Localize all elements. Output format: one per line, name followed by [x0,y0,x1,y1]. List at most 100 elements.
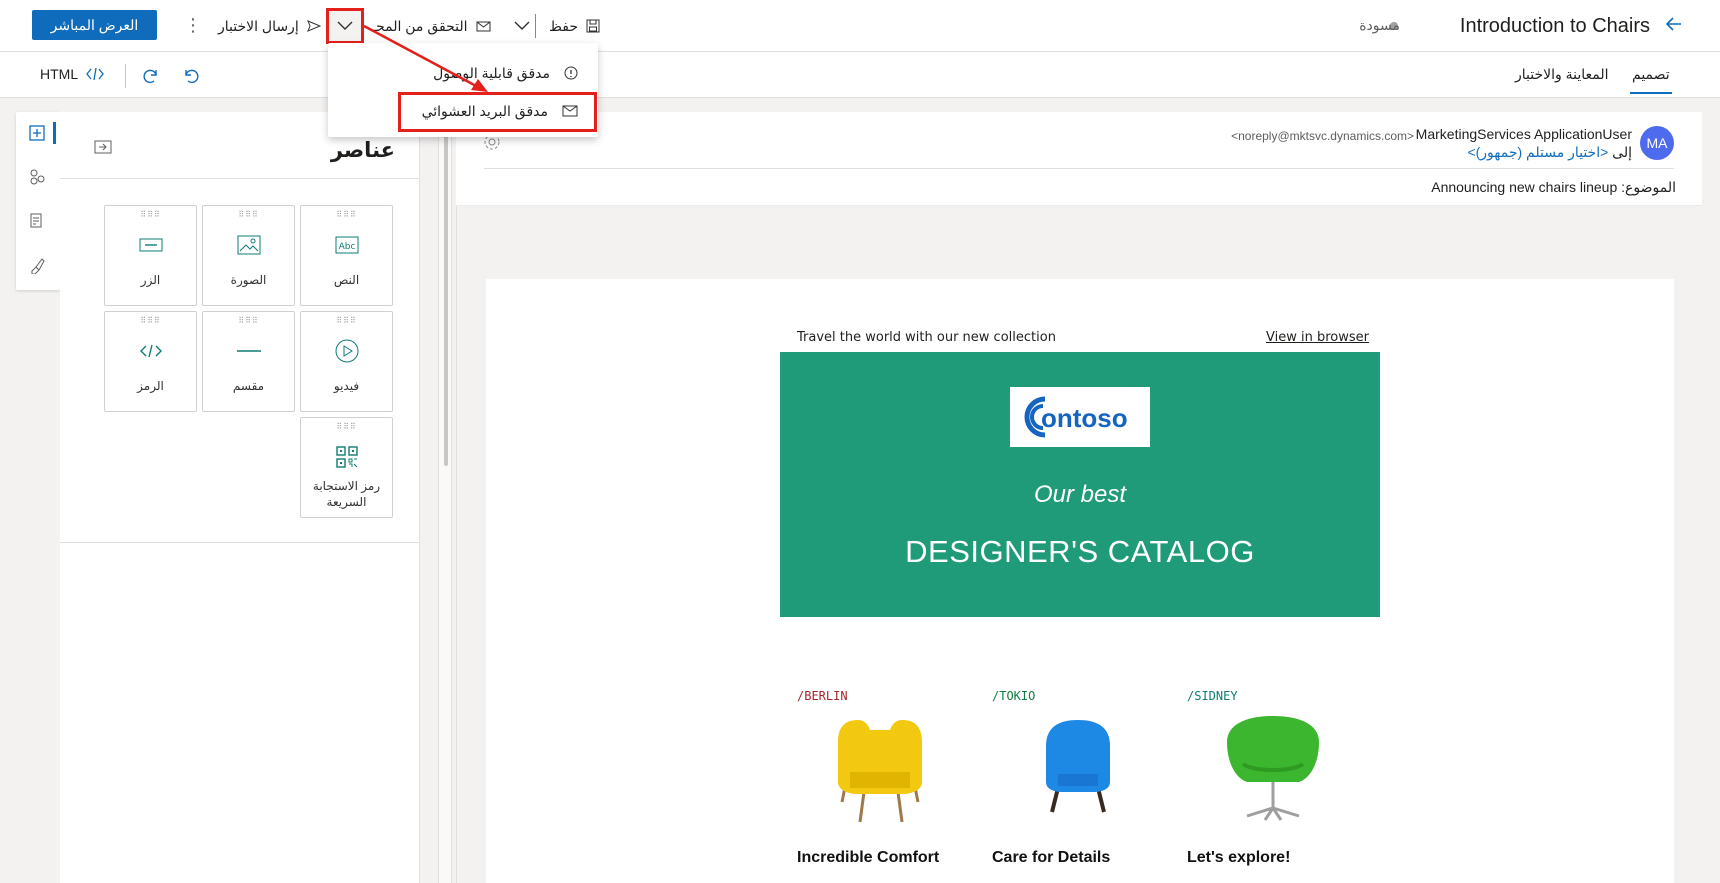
check-dropdown-chevron[interactable] [510,14,534,38]
code-brackets-icon [86,67,104,81]
collapse-panel-icon[interactable] [92,136,114,158]
product-name-sidney[interactable]: Let's explore! [1187,849,1290,867]
mail-icon [562,105,578,117]
go-live-button[interactable]: العرض المباشر [32,10,157,40]
element-tile-text[interactable]: ⠿⠿⠿ Abc النص [300,205,393,306]
drag-grip-icon: ⠿⠿⠿ [140,316,161,325]
check-options-menu: مدقق قابلية الوصول مدقق البريد العشوائي [328,43,598,137]
redo-icon[interactable] [141,66,161,86]
divider-icon [236,338,262,364]
product-name-berlin[interactable]: Incredible Comfort [797,849,939,867]
view-tab-bar: تصميم المعاينة والاختبار HTML [0,52,1720,98]
contoso-logo-mark: ontoso [1024,396,1128,438]
svg-text:Abc: Abc [338,242,355,252]
chevron-down-icon [337,21,353,30]
text-icon: Abc [334,232,360,258]
html-label: HTML [40,66,79,82]
save-label: حفظ [549,17,579,34]
qr-code-icon [334,444,360,470]
product-tag-berlin[interactable]: /BERLIN [797,689,848,703]
drag-grip-icon: ⠿⠿⠿ [336,210,357,219]
panel-scrollbar[interactable] [444,130,448,466]
info-icon [564,66,578,80]
separator [535,14,536,38]
to-label: إلى [1612,144,1632,160]
tab-preview-and-test[interactable]: المعاينة والاختبار [1515,66,1609,83]
drag-grip-icon: ⠿⠿⠿ [140,210,161,219]
menu-item-spam-checker[interactable]: مدقق البريد العشوائي [328,93,598,129]
tile-label: رمز الاستجابة السريعة [312,479,381,509]
active-tab-indicator [1630,92,1672,94]
save-icon [586,19,600,33]
check-content-button[interactable]: التحقق من المحـ [372,14,492,38]
element-tile-button[interactable]: ⠿⠿⠿ الزر [104,205,197,306]
menu-item-label: مدقق قابلية الوصول [433,64,550,81]
components-icon[interactable] [26,166,48,188]
tile-label: الرمز [137,379,164,393]
drag-grip-icon: ⠿⠿⠿ [238,210,259,219]
rail-active-indicator [53,122,56,144]
preheader-text[interactable]: Travel the world with our new collection [797,330,1056,345]
chair-image-berlin[interactable] [820,712,940,822]
panel-title: عناصر [330,139,395,162]
element-tile-image[interactable]: ⠿⠿⠿ الصورة [202,205,295,306]
divider [60,542,420,543]
drag-grip-icon: ⠿⠿⠿ [336,422,357,431]
image-icon [236,232,262,258]
element-tile-qr-code[interactable]: ⠿⠿⠿ رمز الاستجابة السريعة [300,417,393,518]
more-options-icon[interactable]: ⋮ [184,12,202,38]
send-test-button[interactable]: إرسال الاختبار [218,14,321,38]
element-tile-video[interactable]: ⠿⠿⠿ فيديو [300,311,393,412]
separator [125,64,126,88]
add-elements-icon[interactable] [26,122,48,144]
view-in-browser-link[interactable]: View in browser [1266,330,1369,345]
tile-label: فيديو [333,379,360,393]
video-icon [334,338,360,364]
mail-check-icon [476,21,490,32]
send-icon [306,20,321,32]
tile-label: مقسم [232,379,265,393]
button-icon [138,232,164,258]
chair-image-sidney[interactable] [1213,712,1333,822]
subject-value: Announcing new chairs lineup [1431,179,1618,195]
product-tag-sidney[interactable]: /SIDNEY [1187,689,1238,703]
from-name[interactable]: MarketingServices ApplicationUser [1410,126,1632,142]
product-name-tokio[interactable]: Care for Details [992,849,1110,867]
check-options-dropdown-button[interactable] [326,8,364,44]
menu-item-accessibility-checker[interactable]: مدقق قابلية الوصول [328,55,598,91]
styles-brush-icon[interactable] [26,254,48,276]
left-tool-rail [16,112,60,290]
tile-label: الصورة [230,273,267,287]
divider [484,168,1674,169]
back-arrow-icon[interactable] [1662,14,1686,38]
elements-panel: عناصر ⠿⠿⠿ Abc النص ⠿⠿⠿ الصورة ⠿⠿⠿ الزر ⠿… [60,112,420,883]
divider [60,178,420,179]
hero-title[interactable]: DESIGNER'S CATALOG [780,534,1380,570]
save-button[interactable]: حفظ [549,14,600,38]
hero-subtitle[interactable]: Our best [780,481,1380,509]
tile-label: النص [333,273,360,287]
logo-wordmark: ontoso [1041,403,1128,433]
code-icon [138,338,164,364]
contoso-logo[interactable]: ontoso [1010,387,1150,447]
check-content-label: التحقق من المحـ [372,17,468,34]
chair-image-tokio[interactable] [1018,712,1138,822]
to-row: إلى <اختيار مستلم (جمهور)> [1300,144,1632,161]
recipient-picker-link[interactable]: <اختيار مستلم (جمهور)> [1467,144,1608,160]
personalization-icon[interactable] [26,210,48,232]
element-tile-divider[interactable]: ⠿⠿⠿ مقسم [202,311,295,412]
menu-item-label: مدقق البريد العشوائي [421,102,548,119]
tab-design[interactable]: تصميم [1632,66,1670,83]
tile-label: الزر [140,273,161,287]
subject-row[interactable]: الموضوع: Announcing new chairs lineup [1200,179,1676,196]
product-tag-tokio[interactable]: /TOKIO [992,689,1035,703]
element-tile-code[interactable]: ⠿⠿⠿ الرمز [104,311,197,412]
send-test-label: إرسال الاختبار [218,17,299,34]
command-bar: Introduction to Chairs مسودة حفظ التحقق … [0,0,1720,52]
subject-label: الموضوع: [1621,179,1676,195]
html-view-button[interactable]: HTML [40,66,104,82]
undo-icon[interactable] [181,66,201,86]
from-address: <noreply@mktsvc.dynamics.com> [1231,129,1414,143]
status-label: مسودة [1359,17,1400,33]
drag-grip-icon: ⠿⠿⠿ [336,316,357,325]
